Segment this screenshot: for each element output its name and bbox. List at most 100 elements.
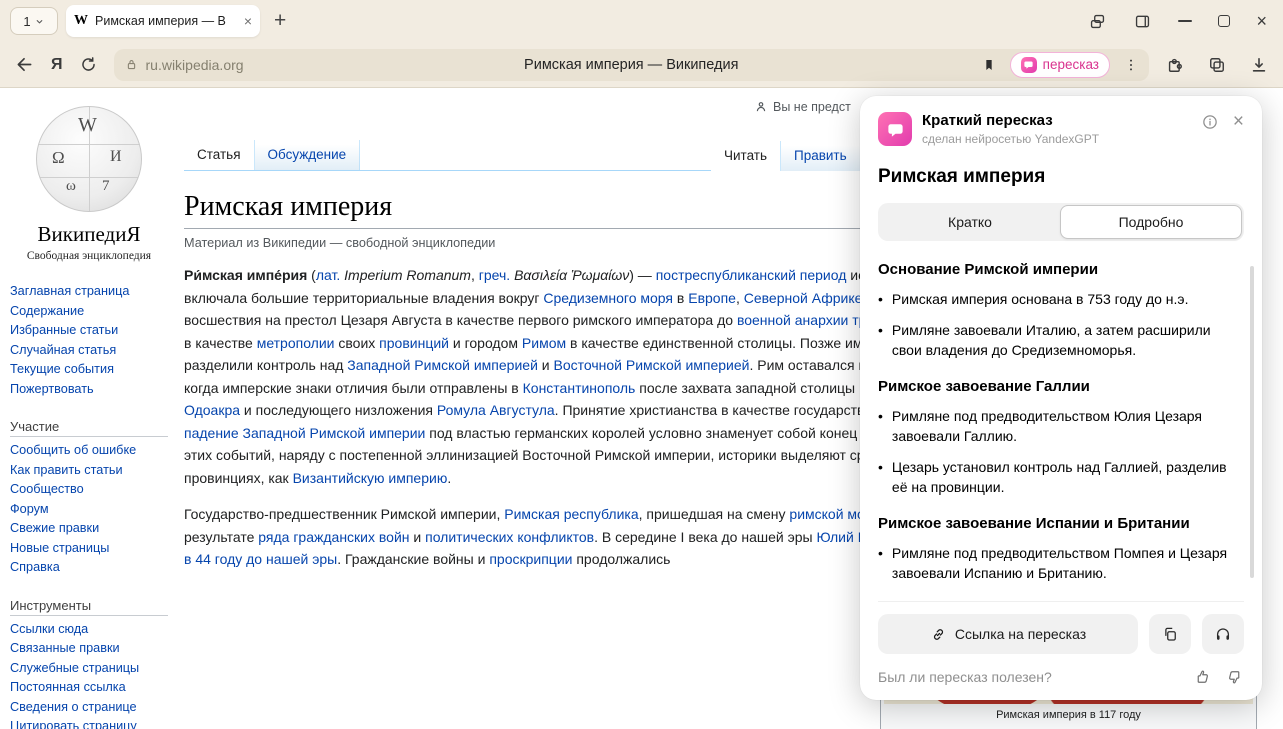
- article-text: . В середине I века до нашей эры: [594, 529, 816, 545]
- sidebar-link[interactable]: Случайная статья: [10, 341, 168, 361]
- wiki-tab[interactable]: Обсуждение: [255, 140, 361, 170]
- collections-icon[interactable]: [1207, 55, 1227, 75]
- bullet-dot: •: [878, 543, 883, 583]
- listen-summary-button[interactable]: [1202, 614, 1244, 654]
- wiki-link[interactable]: Византийскую империю: [293, 470, 448, 486]
- wiki-link[interactable]: лат.: [316, 267, 340, 283]
- sidebar-link[interactable]: Связанные правки: [10, 639, 168, 659]
- wikipedia-logo[interactable]: W Ω И ω 7: [36, 106, 142, 212]
- window-close-button[interactable]: ×: [1256, 12, 1267, 30]
- summarize-button[interactable]: пересказ: [1010, 52, 1110, 78]
- summary-bullet: •Римляне под предводительством Помпея и …: [878, 543, 1236, 583]
- thumbs-down-icon[interactable]: [1226, 668, 1244, 686]
- lock-icon: [124, 57, 139, 72]
- wiki-link[interactable]: политических конфликтов: [425, 529, 594, 545]
- info-icon[interactable]: [1201, 113, 1219, 131]
- wiki-link[interactable]: Римская республика: [504, 506, 638, 522]
- summary-bullet: •Римляне завоевали Италию, а затем расши…: [878, 320, 1236, 360]
- wiki-tab[interactable]: Читать: [711, 141, 781, 171]
- article-text: и: [410, 529, 426, 545]
- chevron-down-icon: [34, 16, 45, 27]
- sidebar-link[interactable]: Избранные статьи: [10, 321, 168, 341]
- retell-icon: [1021, 57, 1037, 73]
- wiki-tab[interactable]: Править: [781, 141, 861, 171]
- sidebar-link[interactable]: Сведения о странице: [10, 698, 168, 718]
- sidebar-link[interactable]: Справка: [10, 558, 168, 578]
- logo-glyph: W: [78, 114, 97, 137]
- browser-menu-icon[interactable]: [1123, 57, 1139, 73]
- new-tab-button[interactable]: +: [268, 9, 292, 33]
- sidebar-link[interactable]: Пожертвовать: [10, 380, 168, 400]
- wiki-link[interactable]: Европе: [688, 290, 736, 306]
- sidebar-link[interactable]: Как править статьи: [10, 461, 168, 481]
- summary-tab-active[interactable]: Подробно: [1060, 205, 1242, 239]
- wiki-link[interactable]: проскрипции: [489, 551, 572, 567]
- bullet-text: Римляне под предводительством Помпея и Ц…: [892, 543, 1236, 583]
- sidebar-link[interactable]: Форум: [10, 500, 168, 520]
- wiki-tab[interactable]: Статья: [184, 140, 255, 170]
- sidebar-link[interactable]: Свежие правки: [10, 519, 168, 539]
- copy-summary-button[interactable]: [1149, 614, 1191, 654]
- article-text: Imperium Romanum: [344, 267, 471, 283]
- browser-tab[interactable]: W Римская империя — В ×: [66, 5, 260, 37]
- article-text: Βασιλεία Ῥωμαίων: [514, 267, 629, 283]
- user-status-link[interactable]: Вы не предст: [754, 100, 851, 114]
- panel-header: Краткий пересказ сделан нейросетью Yande…: [878, 112, 1244, 146]
- sidebar-link[interactable]: Новые страницы: [10, 539, 168, 559]
- sidebar-link[interactable]: Заглавная страница: [10, 282, 168, 302]
- summary-link-button[interactable]: Ссылка на пересказ: [878, 614, 1138, 654]
- wiki-link[interactable]: Западной Римской империей: [347, 357, 538, 373]
- logo-glyph: 7: [102, 178, 110, 195]
- window-maximize-button[interactable]: [1218, 15, 1230, 27]
- wiki-link[interactable]: Восточной Римской империей: [554, 357, 750, 373]
- sidebar-link[interactable]: Содержание: [10, 302, 168, 322]
- wikipedia-wordmark[interactable]: ВикипедиЯ: [10, 222, 168, 247]
- wiki-link[interactable]: падение Западной Римской империи: [184, 425, 425, 441]
- wiki-link[interactable]: Средиземного моря: [543, 290, 673, 306]
- wiki-link[interactable]: Одоакра: [184, 402, 240, 418]
- wiki-link[interactable]: греч.: [479, 267, 510, 283]
- sidebar-link[interactable]: Ссылки сюда: [10, 620, 168, 640]
- tab-groups-icon[interactable]: [1088, 12, 1107, 31]
- yandex-home-button[interactable]: Я: [51, 56, 63, 74]
- sidebar-link[interactable]: Служебные страницы: [10, 659, 168, 679]
- downloads-icon[interactable]: [1249, 55, 1269, 75]
- tab-close-icon[interactable]: ×: [244, 14, 252, 28]
- panel-subtitle: сделан нейросетью YandexGPT: [922, 132, 1191, 146]
- browser-window: 1 W Римская империя — В × + ×: [0, 0, 1283, 729]
- wiki-link[interactable]: Северной Африке: [744, 290, 863, 306]
- article-text: под властью германских королей условно з…: [425, 425, 861, 441]
- article-text: и последующего низложения: [240, 402, 437, 418]
- sidebar-link[interactable]: Сообщество: [10, 480, 168, 500]
- summary-tab-inactive[interactable]: Кратко: [880, 205, 1060, 239]
- wiki-link[interactable]: метрополии: [257, 335, 335, 351]
- bookmark-icon[interactable]: [981, 57, 997, 73]
- address-bar[interactable]: ru.wikipedia.org Римская империя — Викип…: [114, 49, 1150, 81]
- wiki-link[interactable]: Римом: [522, 335, 566, 351]
- sidebar-link[interactable]: Текущие события: [10, 360, 168, 380]
- sidebar-section-title: Инструменты: [10, 598, 168, 613]
- summary-bullet: •Римская империя основана в 753 году до …: [878, 289, 1236, 309]
- wiki-link[interactable]: ряда гражданских войн: [258, 529, 409, 545]
- panel-close-icon[interactable]: ×: [1233, 112, 1244, 131]
- sidebar-link[interactable]: Постоянная ссылка: [10, 678, 168, 698]
- sidebar-toggle-icon[interactable]: [1133, 12, 1152, 31]
- wiki-link[interactable]: провинций: [379, 335, 449, 351]
- back-button[interactable]: [14, 54, 35, 75]
- article-text: , пришедшая на смену: [639, 506, 790, 522]
- sidebar-link[interactable]: Сообщить об ошибке: [10, 441, 168, 461]
- summary-article-title: Римская империя: [878, 166, 1244, 188]
- summary-mode-switch: КраткоПодробно: [878, 203, 1244, 241]
- article-text: ,: [471, 267, 479, 283]
- article-text: продолжались: [572, 551, 670, 567]
- sidebar-link[interactable]: Цитировать страницу: [10, 717, 168, 729]
- refresh-button[interactable]: [79, 55, 98, 74]
- extensions-icon[interactable]: [1165, 55, 1185, 75]
- window-minimize-button[interactable]: [1178, 20, 1192, 22]
- wiki-link[interactable]: Константинополь: [523, 380, 636, 396]
- thumbs-up-icon[interactable]: [1193, 668, 1211, 686]
- panel-scrollbar[interactable]: [1250, 266, 1254, 578]
- wiki-link[interactable]: постреспубликанский период: [656, 267, 847, 283]
- tab-counter-dropdown[interactable]: 1: [10, 7, 58, 35]
- wiki-link[interactable]: Ромула Августула: [437, 402, 555, 418]
